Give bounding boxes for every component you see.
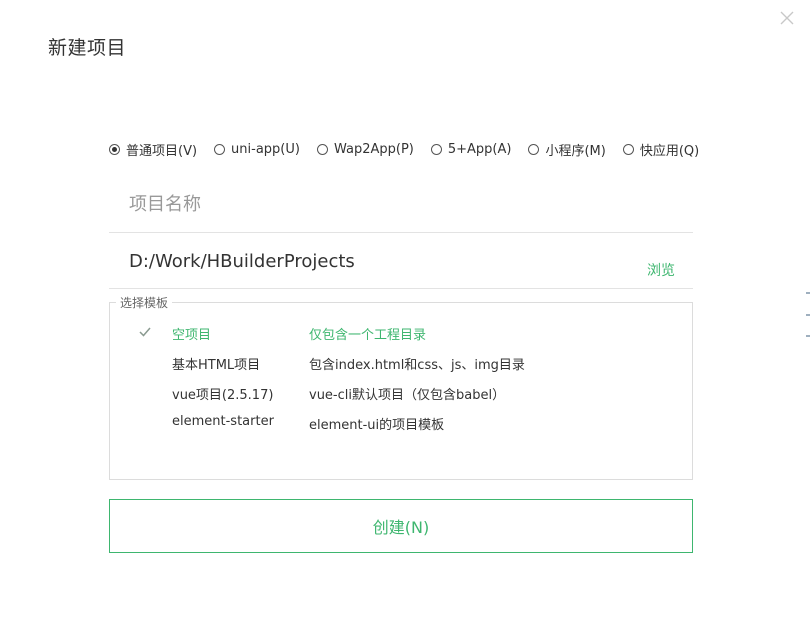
template-name: 空项目 — [172, 328, 212, 343]
close-icon[interactable] — [778, 9, 796, 27]
radio-label: Wap2App(P) — [333, 141, 414, 157]
radio-selected-icon[interactable] — [109, 143, 120, 155]
window-edge-mark — [806, 314, 810, 316]
window-edge-mark — [806, 335, 810, 337]
project-type-group: 普通项目(V) uni-app(U) Wap2App(P) 5+App(A) 小… — [109, 140, 716, 159]
radio-regular-project[interactable]: 普通项目(V) — [109, 140, 197, 159]
create-button-label: 创建(N) — [372, 518, 430, 537]
window-edge-mark — [806, 292, 810, 294]
radio-uni-app[interactable]: uni-app(U) — [214, 142, 300, 157]
create-button[interactable]: 创建(N) — [109, 499, 693, 553]
radio-5plus-app[interactable]: 5+App(A) — [430, 141, 512, 157]
radio-label: 普通项目(V) — [126, 143, 198, 159]
radio-label: 小程序(M) — [545, 143, 606, 159]
radio-icon[interactable] — [316, 143, 328, 155]
template-name: vue项目(2.5.17) — [172, 388, 274, 403]
radio-icon[interactable] — [430, 143, 442, 155]
radio-mini-program[interactable]: 小程序(M) — [528, 140, 606, 159]
template-name: element-starter — [172, 414, 274, 429]
radio-icon[interactable] — [528, 143, 540, 155]
template-desc: vue-cli默认项目（仅包含babel） — [309, 388, 506, 403]
radio-label: 快应用(Q) — [639, 143, 700, 159]
template-item[interactable]: element-starter element-ui的项目模板 — [110, 411, 692, 435]
project-name-field — [109, 188, 693, 233]
radio-wap2app[interactable]: Wap2App(P) — [316, 141, 414, 157]
dialog-title: 新建项目 — [48, 37, 127, 59]
template-item[interactable]: 基本HTML项目 包含index.html和css、js、img目录 — [110, 351, 692, 375]
template-item[interactable]: vue项目(2.5.17) vue-cli默认项目（仅包含babel） — [110, 381, 692, 405]
radio-icon[interactable] — [214, 143, 226, 155]
project-location-field: 浏览 — [109, 246, 693, 289]
radio-quick-app[interactable]: 快应用(Q) — [622, 140, 700, 159]
new-project-dialog: 新建项目 普通项目(V) uni-app(U) Wap2App(P) 5+App… — [0, 0, 810, 629]
template-item[interactable]: 空项目 仅包含一个工程目录 — [110, 321, 692, 345]
project-location-input[interactable] — [129, 251, 609, 272]
template-legend: 选择模板 — [116, 294, 173, 311]
radio-icon[interactable] — [622, 143, 634, 155]
template-desc: 包含index.html和css、js、img目录 — [309, 358, 525, 373]
template-desc: element-ui的项目模板 — [309, 418, 445, 433]
checkmark-icon — [138, 325, 152, 339]
browse-button[interactable]: 浏览 — [647, 260, 675, 280]
template-list: 选择模板 空项目 仅包含一个工程目录 基本HTML项目 包含index.html… — [109, 294, 693, 480]
radio-label: uni-app(U) — [231, 141, 300, 157]
radio-label: 5+App(A) — [447, 141, 512, 157]
project-name-input[interactable] — [129, 194, 609, 215]
template-desc: 仅包含一个工程目录 — [309, 328, 427, 343]
template-name: 基本HTML项目 — [172, 358, 261, 373]
